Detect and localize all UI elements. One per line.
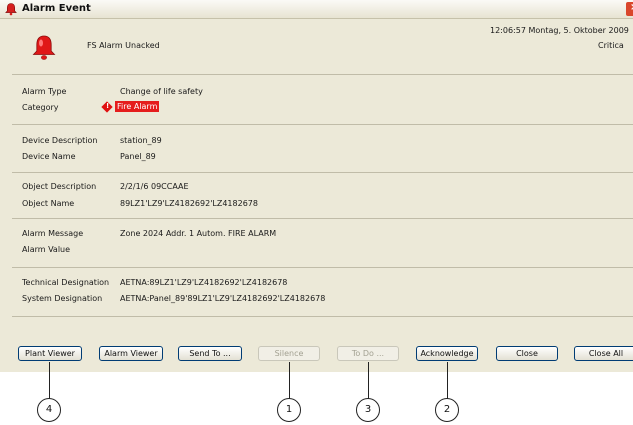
field-value-category: Fire Alarm: [115, 101, 160, 112]
alarm-state-label: FS Alarm Unacked: [87, 41, 160, 50]
alarm-timestamp: 12:06:57 Montag, 5. Oktober 2009: [490, 26, 629, 35]
field-value-object-name: 89LZ1'LZ9'LZ4182692'LZ4182678: [120, 199, 258, 208]
field-label-object-description: Object Description: [22, 182, 97, 191]
field-label-system-designation: System Designation: [22, 294, 103, 303]
field-label-device-name: Device Name: [22, 152, 76, 161]
callout-3: 3: [356, 398, 380, 422]
title-bar[interactable]: Alarm Event ×: [0, 0, 633, 19]
field-value-object-description: 2/2/1/6 09CCAAE: [120, 182, 189, 191]
callout-line: [49, 362, 50, 399]
to-do-button[interactable]: To Do ...: [337, 346, 399, 361]
field-label-device-description: Device Description: [22, 136, 98, 145]
field-label-object-name: Object Name: [22, 199, 75, 208]
callout-1: 1: [277, 398, 301, 422]
divider: [12, 172, 633, 173]
field-value-alarm-message: Zone 2024 Addr. 1 Autom. FIRE ALARM: [120, 229, 277, 238]
field-label-alarm-value: Alarm Value: [22, 245, 71, 254]
silence-button[interactable]: Silence: [258, 346, 320, 361]
alarm-severity: Critica: [598, 41, 624, 50]
divider: [12, 316, 633, 317]
field-value-system-designation: AETNA:Panel_89'89LZ1'LZ9'LZ4182692'LZ418…: [120, 294, 326, 303]
field-value-alarm-type: Change of life safety: [120, 87, 203, 96]
field-value-device-name: Panel_89: [120, 152, 156, 161]
divider: [12, 218, 633, 219]
alarm-viewer-button[interactable]: Alarm Viewer: [99, 346, 163, 361]
close-button[interactable]: Close: [496, 346, 558, 361]
divider: [12, 124, 633, 125]
callout-line: [368, 362, 369, 399]
callout-line: [447, 362, 448, 399]
field-label-technical-designation: Technical Designation: [22, 278, 110, 287]
field-value-device-description: station_89: [120, 136, 162, 145]
window-close-button[interactable]: ×: [626, 2, 633, 16]
plant-viewer-button[interactable]: Plant Viewer: [18, 346, 82, 361]
field-label-alarm-message: Alarm Message: [22, 229, 84, 238]
divider: [12, 267, 633, 268]
callout-2: 2: [435, 398, 459, 422]
category-mark: !: [106, 102, 110, 110]
divider: [12, 74, 633, 75]
callout-line: [289, 362, 290, 399]
close-all-button[interactable]: Close All: [574, 346, 633, 361]
field-label-category: Category: [22, 103, 59, 112]
window-title: Alarm Event: [22, 3, 91, 14]
field-value-technical-designation: AETNA:89LZ1'LZ9'LZ4182692'LZ4182678: [120, 278, 288, 287]
alarm-bell-icon: [5, 3, 17, 16]
send-to-button[interactable]: Send To ...: [178, 346, 242, 361]
callout-4: 4: [37, 398, 61, 422]
field-label-alarm-type: Alarm Type: [22, 87, 67, 96]
alarm-header: FS Alarm Unacked 12:06:57 Montag, 5. Okt…: [0, 19, 633, 71]
alarm-event-window: Alarm Event × FS Alarm Unacked 12:06:57 …: [0, 0, 633, 372]
acknowledge-button[interactable]: Acknowledge: [416, 346, 478, 361]
alarm-bell-icon: [32, 35, 56, 60]
